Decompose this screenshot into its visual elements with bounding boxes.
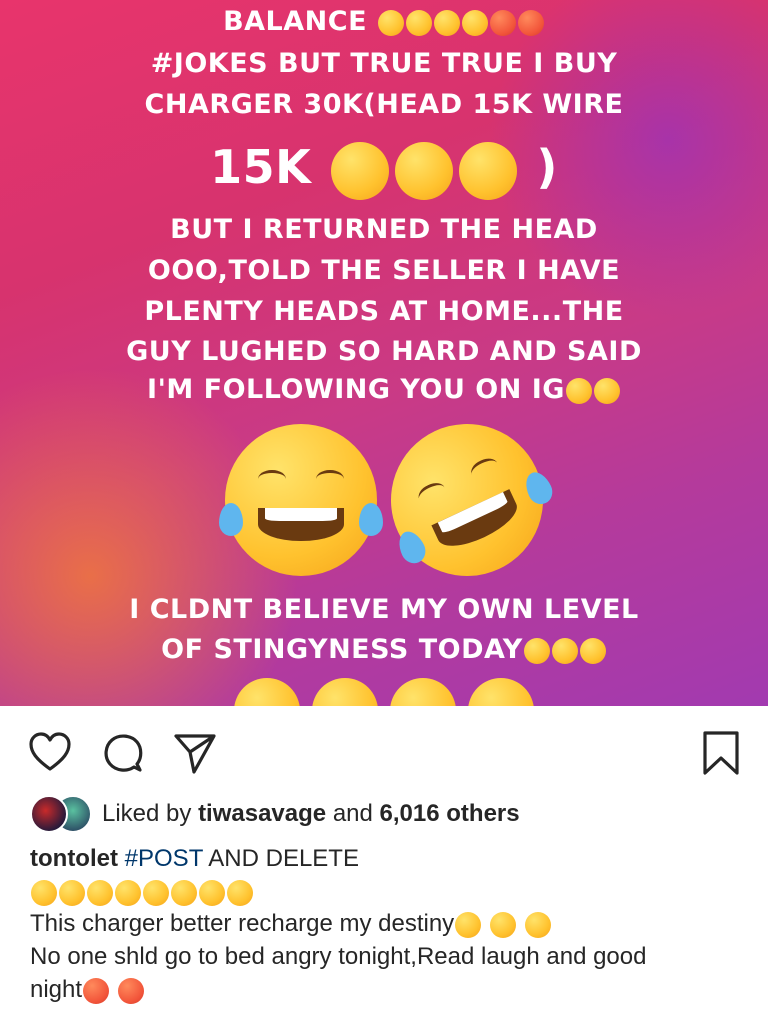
- rofl-emoji-icon: [461, 9, 488, 36]
- joy-emoji-icon: [171, 879, 197, 906]
- caption-line-3: No one shld go to bed angry tonight,Read…: [30, 943, 647, 970]
- caption-text: night: [30, 976, 83, 1003]
- caption-emoji-line: [30, 875, 750, 907]
- liked-by-prefix: Liked by: [102, 800, 192, 827]
- story-text: I'M FOLLOWING YOU ON IG: [147, 374, 565, 405]
- kiss-mark-emoji-icon: [83, 977, 110, 1004]
- post-caption: tontolet #POST AND DELETE This charger b…: [30, 842, 750, 1006]
- liked-by-and: and: [332, 800, 373, 827]
- woozy-emoji-icon: [458, 141, 517, 200]
- weary-emoji-icon: [489, 911, 516, 938]
- story-line-1: BALANCE: [0, 6, 768, 37]
- caption-text: This charger better recharge my destiny: [30, 910, 455, 937]
- story-text: ): [536, 140, 558, 194]
- story-line-11: OF STINGYNESS TODAY: [0, 634, 768, 665]
- story-image: BALANCE #JOKES BUT TRUE TRUE I BUY CHARG…: [0, 0, 768, 706]
- story-line-6: OOO,TOLD THE SELLER I HAVE: [147, 255, 621, 286]
- joy-emoji-icon: [551, 637, 578, 664]
- rofl-emoji-icon: [366, 399, 569, 601]
- rofl-emoji-icon: [227, 879, 253, 906]
- story-line-9: I'M FOLLOWING YOU ON IG: [0, 374, 768, 405]
- caption-username[interactable]: tontolet: [30, 845, 118, 872]
- story-text: OF STINGYNESS TODAY: [161, 634, 523, 665]
- joy-emoji-icon: [87, 879, 113, 906]
- heart-icon[interactable]: [28, 732, 72, 772]
- story-line-5: BUT I RETURNED THE HEAD: [170, 214, 598, 245]
- share-icon[interactable]: [172, 732, 218, 774]
- comment-icon[interactable]: [102, 732, 144, 774]
- story-line-4: 15K ): [0, 140, 768, 200]
- joy-emoji-icon: [234, 678, 300, 706]
- likes-summary: Liked by tiwasavage and 6,016 others: [30, 795, 520, 833]
- rofl-emoji-icon: [377, 9, 404, 36]
- bookmark-icon[interactable]: [702, 730, 740, 776]
- likes-count[interactable]: 6,016 others: [380, 800, 520, 827]
- rofl-emoji-icon: [59, 879, 85, 906]
- story-line-10: I CLDNT BELIEVE MY OWN LEVEL: [129, 594, 639, 625]
- rofl-emoji-icon: [433, 9, 460, 36]
- joy-emoji-icon: [218, 424, 384, 576]
- big-emoji-row: [0, 399, 768, 601]
- joy-emoji-icon: [565, 377, 592, 404]
- story-line-2: #JOKES BUT TRUE TRUE I BUY: [150, 48, 618, 79]
- cut-off-emoji-row: [0, 678, 768, 706]
- rofl-emoji-icon: [405, 9, 432, 36]
- rofl-emoji-icon: [115, 879, 141, 906]
- liked-by-user[interactable]: tiwasavage: [198, 800, 326, 827]
- joy-emoji-icon: [468, 678, 534, 706]
- joy-emoji-icon: [523, 637, 550, 664]
- story-line-7: PLENTY HEADS AT HOME...THE: [144, 296, 624, 327]
- weary-emoji-icon: [524, 911, 551, 938]
- joy-emoji-icon: [143, 879, 169, 906]
- kiss-mark-emoji-icon: [117, 977, 144, 1004]
- story-text: BALANCE: [223, 6, 368, 37]
- hot-face-emoji-icon: [489, 9, 516, 36]
- caption-line-4: night: [30, 973, 750, 1006]
- woozy-emoji-icon: [394, 141, 453, 200]
- weary-emoji-icon: [455, 911, 482, 938]
- caption-line-1: tontolet #POST AND DELETE: [30, 842, 750, 875]
- hot-face-emoji-icon: [517, 9, 544, 36]
- joy-emoji-icon: [199, 879, 225, 906]
- joy-emoji-icon: [579, 637, 606, 664]
- joy-emoji-icon: [31, 879, 57, 906]
- joy-emoji-icon: [390, 678, 456, 706]
- caption-hashtag[interactable]: #POST: [125, 845, 203, 872]
- story-line-8: GUY LUGHED SO HARD AND SAID: [126, 336, 642, 367]
- woozy-emoji-icon: [330, 141, 389, 200]
- story-line-3: CHARGER 30K(HEAD 15K WIRE: [144, 89, 624, 120]
- joy-emoji-icon: [312, 678, 378, 706]
- liked-by-text[interactable]: Liked by tiwasavage and 6,016 others: [102, 800, 520, 828]
- avatar[interactable]: [30, 795, 68, 833]
- rofl-emoji-icon: [593, 377, 620, 404]
- caption-line-2: This charger better recharge my destiny: [30, 907, 750, 940]
- caption-text: AND DELETE: [208, 845, 359, 872]
- post-action-bar: [0, 706, 768, 796]
- story-text: 15K: [210, 140, 312, 194]
